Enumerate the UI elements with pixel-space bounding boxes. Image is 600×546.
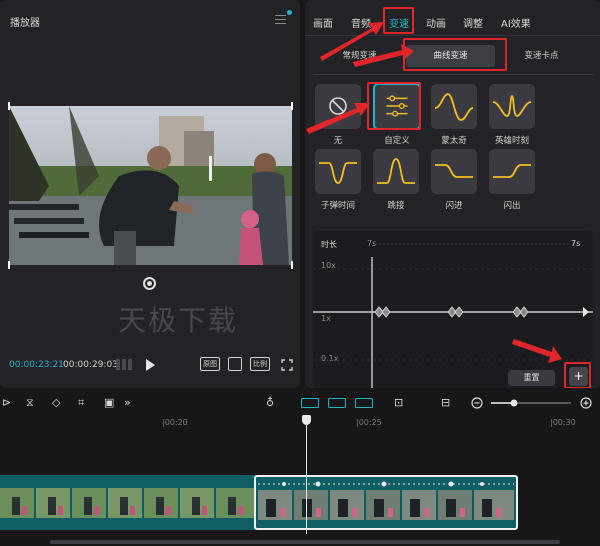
video-preview[interactable]	[9, 106, 292, 265]
preset-none[interactable]	[315, 84, 361, 129]
crop-handle-tr[interactable]	[291, 102, 293, 110]
rotate-clip-icon[interactable]: ◇	[52, 397, 60, 409]
magnet-icon[interactable]	[328, 398, 346, 408]
rotate-icon[interactable]	[143, 277, 156, 290]
tab-adjust[interactable]: 调整	[463, 15, 483, 30]
ruler-tick: |00:30	[550, 418, 576, 427]
preset-flash-out[interactable]	[489, 149, 535, 194]
highlight-custom-preset	[367, 82, 421, 130]
player-title: 播放器	[10, 18, 40, 29]
timeline-scrollbar[interactable]	[0, 538, 600, 546]
total-time: 00:00:29:03	[63, 360, 118, 370]
mode-beat-speed[interactable]: 变速卡点	[497, 45, 586, 67]
crop-handle-bl[interactable]	[8, 261, 10, 269]
crop-clip-icon[interactable]: ⌗	[78, 397, 84, 409]
preset-label: 子弹时间	[320, 201, 355, 211]
highlight-curve-mode	[403, 38, 507, 71]
play-icon[interactable]	[146, 359, 155, 371]
playhead[interactable]	[306, 416, 307, 534]
preset-montage[interactable]	[431, 84, 477, 129]
reset-button[interactable]: 重置	[508, 370, 555, 386]
curve-editor[interactable]: 时长 7s 7s 10x 1x 0.1x 重置 +	[313, 231, 593, 388]
menu-icon[interactable]	[275, 15, 286, 24]
mirror-icon[interactable]: ⧖	[26, 397, 34, 409]
mic-icon[interactable]: ♁	[266, 397, 274, 409]
fit-icon[interactable]: ⊟	[441, 397, 450, 409]
player-panel: 播放器 天极下载 00:00:23:21 00:00:29:03 原图 比例	[0, 0, 300, 388]
status-dot	[287, 10, 292, 15]
current-time: 00:00:23:21	[9, 360, 64, 370]
ruler-tick: |00:20	[162, 418, 188, 427]
preset-bullet-time[interactable]	[315, 149, 361, 194]
tab-ai-effects[interactable]: AI效果	[501, 15, 531, 30]
ruler-tick: |00:25	[356, 418, 382, 427]
split-icon[interactable]: ⊳	[2, 397, 11, 409]
preview-axis-icon[interactable]: ⊡	[394, 397, 403, 409]
preset-label: 无	[333, 136, 343, 146]
preset-label: 闪出	[503, 201, 521, 211]
crop-handle-tl[interactable]	[8, 102, 10, 110]
highlight-speed-tab	[383, 7, 414, 34]
snap-icon[interactable]	[355, 398, 373, 408]
video-clip[interactable]	[0, 475, 255, 530]
speed-curve[interactable]	[313, 231, 593, 388]
time-ruler[interactable]	[0, 414, 600, 432]
crop-icon[interactable]	[228, 357, 242, 371]
tab-animation[interactable]: 动画	[426, 15, 446, 30]
crop-handle-br[interactable]	[291, 261, 293, 269]
preset-label: 英雄时刻	[494, 136, 529, 146]
fullscreen-icon[interactable]	[281, 359, 293, 371]
watermark: 天极下载	[118, 304, 239, 337]
selected-video-clip[interactable]	[254, 475, 518, 530]
preset-hero[interactable]	[489, 84, 535, 129]
preset-label: 蒙太奇	[441, 136, 467, 146]
zoom-slider[interactable]	[471, 396, 595, 410]
preset-jump-cut[interactable]	[373, 149, 419, 194]
more-icon[interactable]: »	[124, 397, 131, 409]
properties-panel: 画面 音频 变速 动画 调整 AI效果 常规变速 曲线变速 变速卡点 无 自定义…	[305, 0, 600, 388]
tab-audio[interactable]: 音频	[351, 15, 371, 30]
preset-label: 跳接	[387, 201, 405, 211]
tab-divider	[305, 35, 600, 36]
waveform-icon[interactable]	[116, 359, 132, 370]
freeze-icon[interactable]: ▣	[104, 397, 114, 409]
playhead-handle[interactable]	[302, 415, 311, 425]
tab-picture[interactable]: 画面	[313, 15, 333, 30]
preset-flash-in[interactable]	[431, 149, 477, 194]
original-button[interactable]: 原图	[200, 357, 220, 371]
section-divider	[313, 74, 593, 75]
highlight-add-button	[564, 362, 591, 388]
preset-label: 闪进	[445, 201, 463, 211]
ratio-button[interactable]: 比例	[250, 357, 270, 371]
preset-label: 自定义	[384, 136, 410, 146]
link-track-icon[interactable]	[301, 398, 319, 408]
mode-normal-speed[interactable]: 常规变速	[315, 45, 404, 67]
